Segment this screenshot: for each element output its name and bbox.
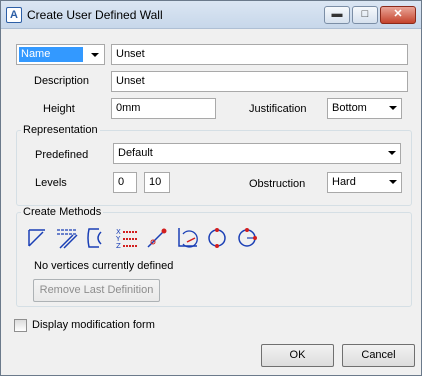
minimize-icon: ▬ [331,8,343,20]
display-modification-checkbox[interactable] [14,319,27,332]
minimize-button[interactable]: ▬ [324,6,350,24]
circle-icon[interactable] [205,226,229,250]
maximize-icon: □ [361,8,369,20]
height-input[interactable]: 0mm [111,98,216,119]
justification-label: Justification [249,103,307,115]
cancel-button[interactable]: Cancel [342,344,415,367]
display-modification-label: Display modification form [32,319,155,331]
description-label: Description [34,75,90,87]
chevron-down-icon [388,151,396,155]
predefined-select[interactable]: Default [113,143,401,164]
create-methods-title: Create Methods [21,206,104,218]
representation-title: Representation [21,124,100,136]
chevron-down-icon [389,180,397,184]
level-from-input[interactable]: 0 [113,172,137,193]
window-title: Create User Defined Wall [27,8,163,22]
representation-group [16,130,412,206]
chevron-down-icon [389,106,397,110]
obstruction-value: Hard [332,176,356,188]
justification-select[interactable]: Bottom [327,98,402,119]
description-input[interactable]: Unset [111,71,408,92]
dialog-window: A Create User Defined Wall ▬ □ ✕ Name Un… [0,0,422,376]
app-icon: A [6,7,22,23]
close-button[interactable]: ✕ [380,6,416,24]
obstruction-select[interactable]: Hard [327,172,402,193]
ok-button[interactable]: OK [261,344,334,367]
vertices-status: No vertices currently defined [34,260,174,272]
obstruction-label: Obstruction [249,178,306,190]
diagonal-point-icon[interactable] [145,226,169,250]
title-bar[interactable]: A Create User Defined Wall ▬ □ ✕ [1,1,421,29]
xyz-coordinates-icon[interactable]: X Y Z [115,226,139,250]
name-input[interactable]: Unset [111,44,408,65]
predefined-value: Default [118,147,153,159]
parallel-wall-icon[interactable] [55,226,79,250]
angle-arc-icon[interactable] [175,226,199,250]
circle-point-icon[interactable] [235,226,259,250]
svg-text:Z: Z [116,242,121,250]
close-icon: ✕ [393,8,403,20]
level-to-input[interactable]: 10 [144,172,170,193]
height-label: Height [43,103,75,115]
remove-last-definition-button[interactable]: Remove Last Definition [33,279,160,302]
maximize-button[interactable]: □ [352,6,378,24]
justification-value: Bottom [332,102,367,114]
name-type-select[interactable]: Name [16,44,105,65]
name-type-selected: Name [19,47,83,62]
predefined-label: Predefined [35,149,89,161]
levels-label: Levels [35,177,67,189]
line-wall-icon[interactable] [25,226,49,250]
chevron-down-icon [91,53,99,57]
curved-wall-icon[interactable] [85,226,109,250]
